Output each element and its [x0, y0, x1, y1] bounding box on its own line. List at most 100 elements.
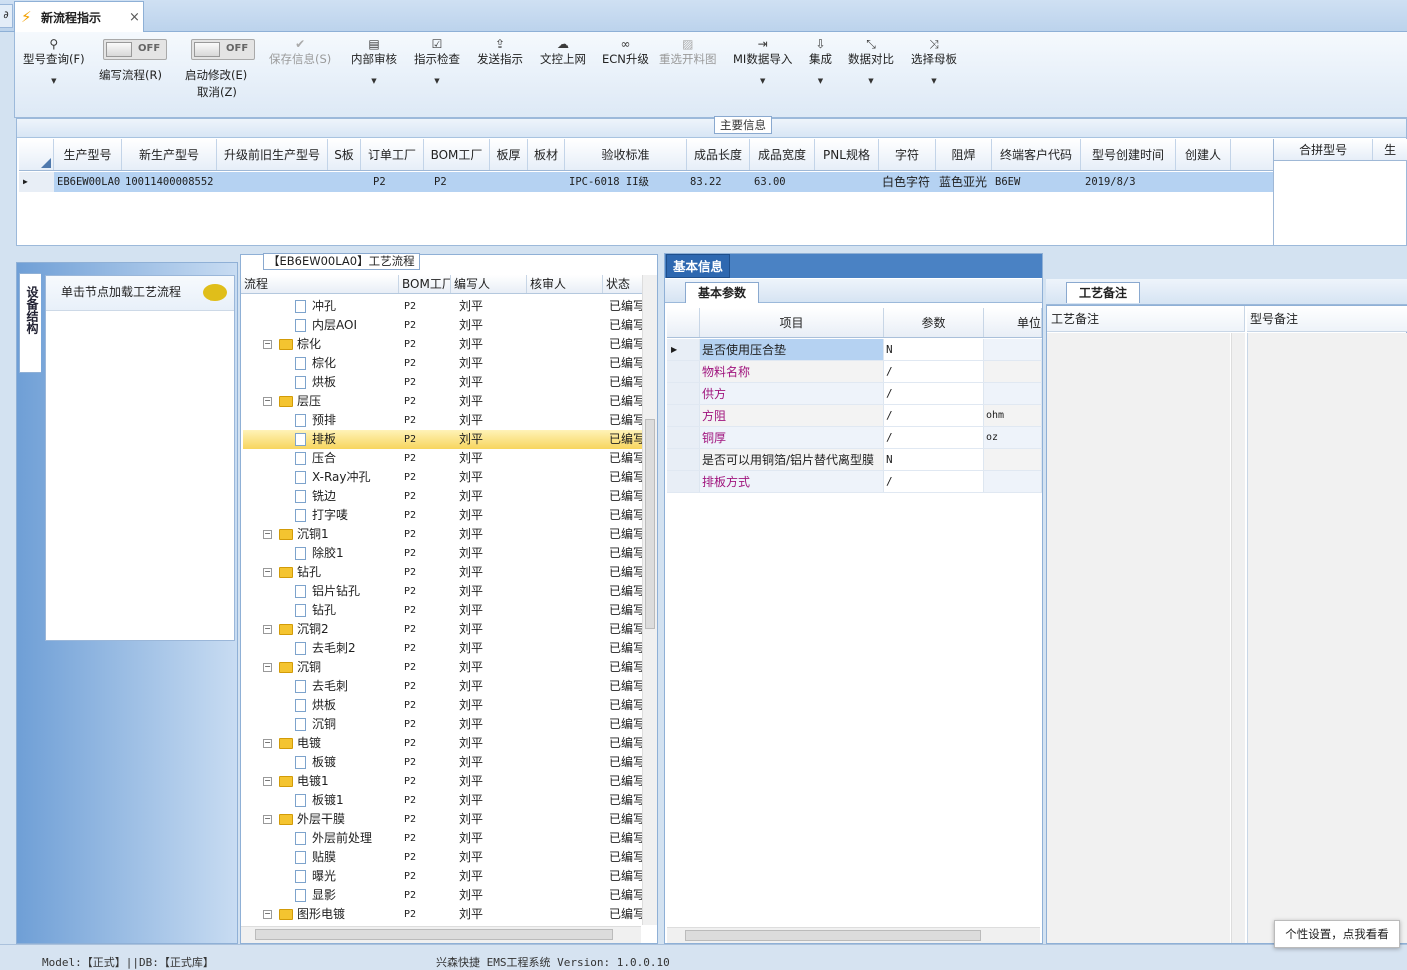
col-acceptance-standard[interactable]: 验收标准 [565, 139, 687, 170]
mi-data-import-button[interactable]: ⇥ MI数据导入 ▼ [733, 36, 792, 89]
data-compare-button[interactable]: ⤡ 数据对比 ▼ [848, 36, 894, 89]
scroll-thumb[interactable] [685, 930, 981, 941]
tree-node[interactable]: 贴膜 P2 刘平 已编写 [243, 848, 643, 867]
tree-node[interactable]: 冲孔 P2 刘平 已编写 [243, 297, 643, 316]
send-instruction-button[interactable]: ⇪ 发送指示 [477, 36, 523, 67]
param-row[interactable]: 物料名称 / [667, 361, 1042, 383]
param-row[interactable]: 是否可以用铜箔/铝片替代离型膜 N [667, 449, 1042, 471]
col-solder-mask[interactable]: 阻焊 [936, 139, 992, 170]
tree-node[interactable]: 预排 P2 刘平 已编写 [243, 411, 643, 430]
collapse-icon[interactable]: − [263, 815, 272, 824]
collapse-icon[interactable]: − [263, 397, 272, 406]
reselect-cutting-image-button[interactable]: ▨ 重选开料图 [659, 36, 717, 67]
cancel-label[interactable]: 取消(Z) [197, 84, 237, 100]
tab-process-remarks[interactable]: 工艺备注 [1066, 282, 1141, 303]
tree-node[interactable]: 棕化 P2 刘平 已编写 [243, 354, 643, 373]
chevron-down-icon[interactable]: ▼ [911, 73, 957, 89]
col-writer[interactable]: 编写人 [451, 275, 527, 293]
left-tab-stub[interactable]: ∂ [0, 4, 13, 28]
col-param[interactable]: 参数 [884, 308, 984, 337]
tree-node[interactable]: − 沉铜2 P2 刘平 已编写 [243, 620, 643, 639]
collapse-icon[interactable]: − [263, 777, 272, 786]
tree-node[interactable]: 去毛刺 P2 刘平 已编写 [243, 677, 643, 696]
tree-node[interactable]: − 电镀1 P2 刘平 已编写 [243, 772, 643, 791]
tree-node[interactable]: 打字唛 P2 刘平 已编写 [243, 506, 643, 525]
tree-node[interactable]: 板镀 P2 刘平 已编写 [243, 753, 643, 772]
tree-node[interactable]: 压合 P2 刘平 已编写 [243, 449, 643, 468]
tree-node[interactable]: 排板 P2 刘平 已编写 [243, 430, 643, 449]
collapse-icon[interactable]: − [263, 340, 272, 349]
tree-node[interactable]: − 外层干膜 P2 刘平 已编写 [243, 810, 643, 829]
tree-node[interactable]: 外层前处理 P2 刘平 已编写 [243, 829, 643, 848]
collapse-icon[interactable]: − [263, 530, 272, 539]
scroll-thumb[interactable] [645, 419, 655, 629]
tree-node[interactable]: X-Ray冲孔 P2 刘平 已编写 [243, 468, 643, 487]
col-order-factory[interactable]: 订单工厂 [361, 139, 424, 170]
speech-bubble-icon[interactable] [203, 284, 227, 301]
ecn-upgrade-button[interactable]: ∞ ECN升级 [602, 36, 649, 67]
col-s-board[interactable]: S板 [328, 139, 361, 170]
param-row[interactable]: 排板方式 / [667, 471, 1042, 493]
internal-review-button[interactable]: ▤ 内部审核 ▼ [351, 36, 397, 89]
collapse-icon[interactable]: − [263, 663, 272, 672]
col-merge-model[interactable]: 合拼型号 [1274, 139, 1374, 160]
tab-basic-params[interactable]: 基本参数 [685, 282, 760, 303]
tree-node[interactable]: 去毛刺2 P2 刘平 已编写 [243, 639, 643, 658]
col-tree-bom[interactable]: BOM工厂 [399, 275, 451, 293]
tab-basic-info[interactable]: 基本信息 [666, 254, 731, 278]
tree-horizontal-scrollbar[interactable] [241, 926, 641, 943]
tree-node[interactable]: − 层压 P2 刘平 已编写 [243, 392, 643, 411]
integrate-button[interactable]: ⇩ 集成 ▼ [809, 36, 832, 89]
col-finished-width[interactable]: 成品宽度 [750, 139, 815, 170]
remark-scrollbar[interactable] [1231, 333, 1245, 943]
col-material[interactable]: 板材 [528, 139, 565, 170]
col-unit[interactable]: 单位 [984, 308, 1042, 337]
chevron-down-icon[interactable]: ▼ [351, 73, 397, 89]
instruction-check-button[interactable]: ☑ 指示检查 ▼ [414, 36, 460, 89]
col-end-customer-code[interactable]: 终端客户代码 [992, 139, 1081, 170]
tree-node[interactable]: 显影 P2 刘平 已编写 [243, 886, 643, 905]
model-query-button[interactable]: ⚲ 型号查询(F) ▼ [23, 36, 85, 89]
collapse-icon[interactable]: − [263, 568, 272, 577]
tree-node[interactable]: − 钻孔 P2 刘平 已编写 [243, 563, 643, 582]
col-reviewer[interactable]: 核审人 [527, 275, 603, 293]
chevron-down-icon[interactable]: ▼ [733, 73, 792, 89]
col-process-remark[interactable]: 工艺备注 [1047, 306, 1245, 332]
model-remark-area[interactable] [1247, 333, 1407, 943]
main-info-label[interactable]: 主要信息 [714, 116, 772, 134]
param-row[interactable]: 供方 / [667, 383, 1042, 405]
tree-node[interactable]: 曝光 P2 刘平 已编写 [243, 867, 643, 886]
write-flow-toggle[interactable]: OFF [103, 39, 167, 60]
param-row[interactable]: 铜厚 / oz [667, 427, 1042, 449]
col-finished-length[interactable]: 成品长度 [687, 139, 750, 170]
scroll-thumb[interactable] [255, 929, 613, 940]
tree-node[interactable]: − 沉铜1 P2 刘平 已编写 [243, 525, 643, 544]
tree-node[interactable]: 板镀1 P2 刘平 已编写 [243, 791, 643, 810]
col-production-model[interactable]: 生产型号 [54, 139, 122, 170]
tree-node[interactable]: 烘板 P2 刘平 已编写 [243, 696, 643, 715]
tree-node[interactable]: − 图形电镀 P2 刘平 已编写 [243, 905, 643, 924]
col-creator[interactable]: 创建人 [1176, 139, 1231, 170]
tree-node[interactable]: − 棕化 P2 刘平 已编写 [243, 335, 643, 354]
col-merge-extra[interactable]: 生 [1373, 139, 1407, 160]
tree-node[interactable]: 钻孔 P2 刘平 已编写 [243, 601, 643, 620]
tab-equipment-structure[interactable]: 设备结构 [19, 273, 41, 373]
col-model-remark[interactable]: 型号备注 [1247, 306, 1407, 332]
collapse-icon[interactable]: − [263, 625, 272, 634]
chevron-down-icon[interactable]: ▼ [414, 73, 460, 89]
chevron-down-icon[interactable]: ▼ [23, 73, 85, 89]
collapse-icon[interactable]: − [263, 910, 272, 919]
select-mother-board-button[interactable]: ⤨ 选择母板 ▼ [911, 36, 957, 89]
params-horizontal-scrollbar[interactable] [667, 927, 1040, 943]
tree-node[interactable]: − 电镀 P2 刘平 已编写 [243, 734, 643, 753]
col-old-production-model[interactable]: 升级前旧生产型号 [217, 139, 328, 170]
col-pnl-spec[interactable]: PNL规格 [815, 139, 879, 170]
collapse-icon[interactable]: − [263, 739, 272, 748]
tree-node[interactable]: 内层AOI P2 刘平 已编写 [243, 316, 643, 335]
table-row[interactable]: ▶ EB6EW00LA0 10011400008552 P2 P2 IPC-60… [19, 172, 1273, 192]
tree-node[interactable]: 烘板 P2 刘平 已编写 [243, 373, 643, 392]
chevron-down-icon[interactable]: ▼ [848, 73, 894, 89]
process-remark-area[interactable] [1047, 333, 1230, 943]
chevron-down-icon[interactable]: ▼ [809, 73, 832, 89]
enable-edit-toggle[interactable]: OFF [191, 39, 255, 60]
